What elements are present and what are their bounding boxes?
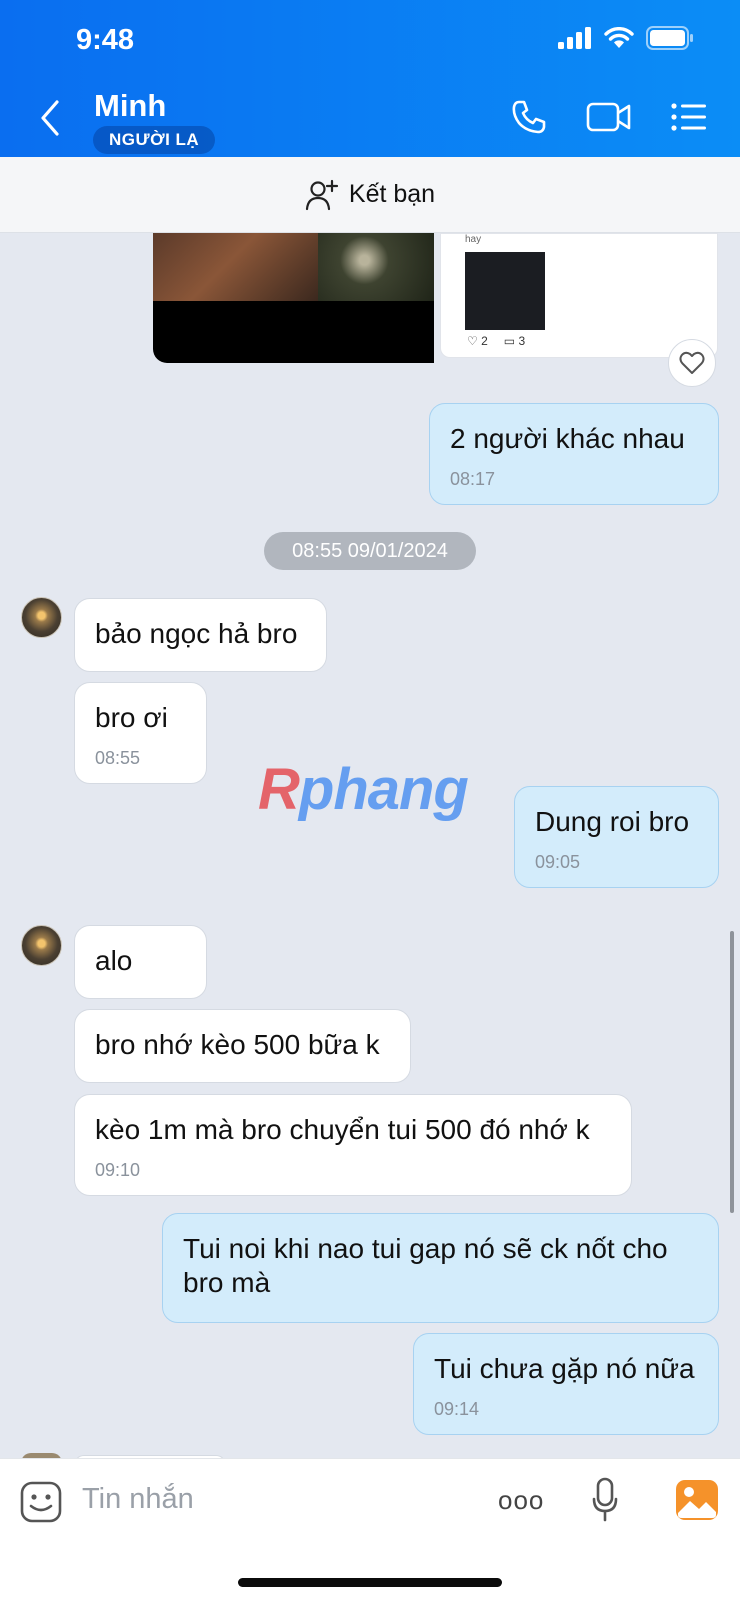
- message-time: 09:14: [434, 1399, 480, 1419]
- signal-icon: [558, 27, 591, 49]
- scrollbar[interactable]: [730, 931, 734, 1213]
- shared-post-preview[interactable]: hay ♡ 2 ▭ 3 ...: [440, 233, 718, 358]
- message-text: alo: [95, 945, 133, 976]
- post-caption: hay: [465, 234, 482, 245]
- post-meta: ♡ 2 ▭ 3: [467, 334, 525, 348]
- post-thumbnail: [465, 252, 545, 330]
- message-time: 09:05: [535, 852, 581, 872]
- message-bubble-in[interactable]: kèo 1m mà bro chuyển tui 500 đó nhớ k 09…: [74, 1094, 632, 1196]
- message-bubble-out[interactable]: 2 người khác nhau 08:17: [429, 403, 719, 505]
- message-text: bro ơi: [95, 702, 168, 733]
- photo-thumbnail: [153, 233, 318, 301]
- message-text: Tui noi khi nao tui gap nó sẽ ck nốt cho…: [183, 1233, 668, 1298]
- back-chevron-icon[interactable]: [34, 98, 68, 138]
- image-gallery-icon[interactable]: [675, 1479, 719, 1521]
- message-bubble-out[interactable]: Tui noi khi nao tui gap nó sẽ ck nốt cho…: [162, 1213, 719, 1323]
- date-separator: 08:55 09/01/2024: [264, 532, 476, 570]
- microphone-icon[interactable]: [592, 1477, 618, 1523]
- message-text: bảo ngọc hả bro: [95, 618, 298, 649]
- message-bubble-in[interactable]: alo: [74, 925, 207, 999]
- message-text: 2 người khác nhau: [450, 423, 685, 454]
- chat-area[interactable]: hay ♡ 2 ▭ 3 ... 2 người khác nhau 08:17 …: [0, 233, 740, 1458]
- message-bubble-in[interactable]: bro nhớ kèo 500 bữa k: [74, 1009, 411, 1083]
- message-text: kèo 1m mà bro chuyển tui 500 đó nhớ k: [95, 1114, 590, 1145]
- message-text: Tui chưa gặp nó nữa: [434, 1353, 695, 1384]
- menu-list-icon[interactable]: [670, 98, 708, 136]
- stranger-badge: NGƯỜI LẠ: [93, 126, 216, 154]
- add-friend-label: Kết bạn: [348, 180, 436, 208]
- avatar[interactable]: [21, 925, 62, 966]
- message-time: 09:10: [95, 1160, 141, 1180]
- status-time: 9:48: [76, 24, 135, 56]
- message-time: 08:17: [450, 469, 496, 489]
- more-options-icon[interactable]: ooo: [498, 1485, 544, 1516]
- message-bubble-out[interactable]: Dung roi bro 09:05: [514, 786, 719, 888]
- heart-count: ♡ 2: [467, 334, 488, 348]
- sticker-icon[interactable]: [20, 1481, 62, 1523]
- home-indicator: [238, 1578, 502, 1587]
- message-time: 08:55: [95, 748, 141, 768]
- add-friend-icon: [305, 179, 339, 210]
- shared-image[interactable]: [153, 233, 434, 363]
- add-friend-bar[interactable]: Kết bạn: [0, 157, 740, 233]
- heart-icon: [679, 351, 705, 374]
- message-bubble-out[interactable]: Tui chưa gặp nó nữa 09:14: [413, 1333, 719, 1435]
- comment-count: ▭ 3: [503, 334, 526, 348]
- message-text: bro nhớ kèo 500 bữa k: [95, 1029, 380, 1060]
- wifi-icon: [604, 27, 634, 48]
- phone-icon[interactable]: [510, 98, 548, 136]
- avatar[interactable]: [21, 597, 62, 638]
- message-bubble-in[interactable]: bảo ngọc hả bro: [74, 598, 327, 672]
- react-heart-button[interactable]: [668, 339, 716, 387]
- message-bubble-in[interactable]: bro ơi 08:55: [74, 682, 207, 784]
- photo-thumbnail: [318, 233, 434, 301]
- video-icon[interactable]: [586, 98, 632, 136]
- chat-header: 9:48 Minh NGƯỜI LẠ: [0, 0, 740, 157]
- watermark-logo: Rphang: [258, 757, 469, 822]
- contact-name[interactable]: Minh: [94, 88, 166, 124]
- message-input[interactable]: Tin nhắn: [82, 1483, 194, 1516]
- message-text: Dung roi bro: [535, 806, 690, 837]
- status-icons: [558, 26, 694, 50]
- battery-icon: [646, 26, 693, 50]
